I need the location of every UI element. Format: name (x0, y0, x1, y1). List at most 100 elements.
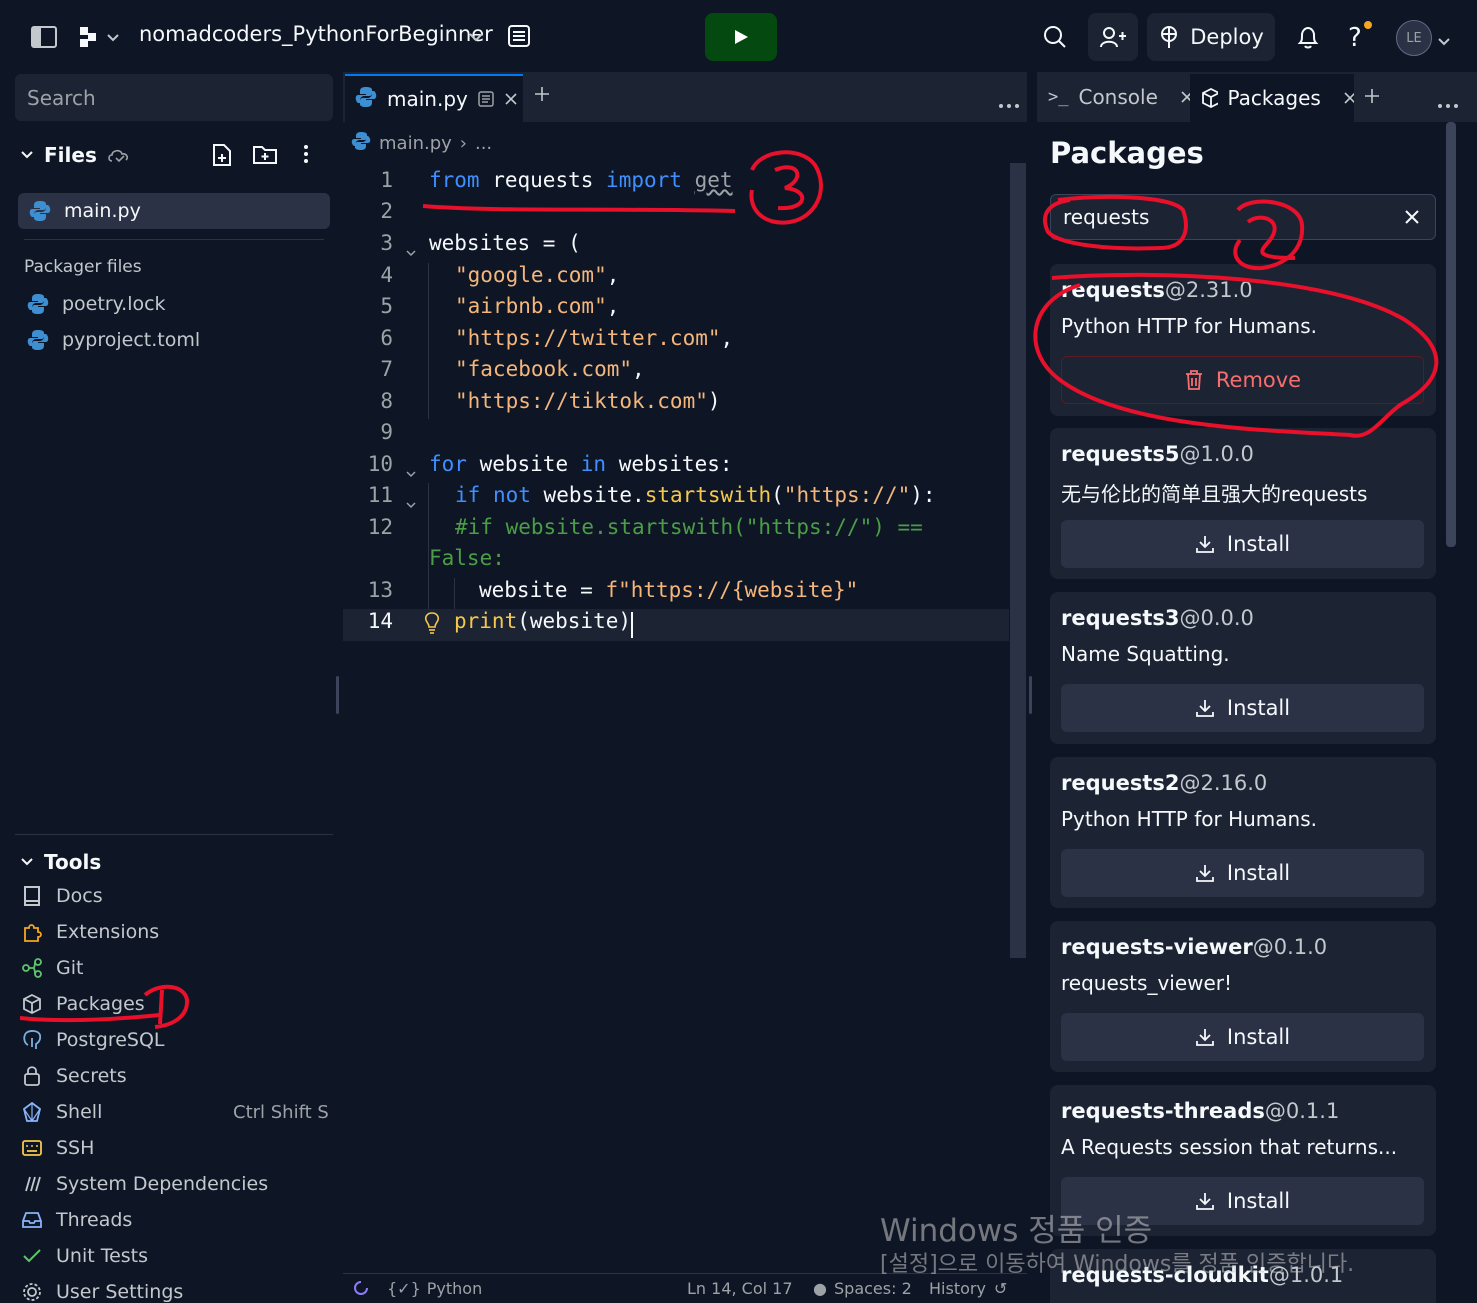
indent-guide (428, 483, 429, 609)
bell-icon[interactable] (1296, 24, 1320, 54)
install-button[interactable]: Install (1061, 849, 1424, 897)
fold-chevron-icon[interactable] (405, 496, 417, 515)
files-section-header[interactable]: Files (20, 143, 131, 167)
install-button[interactable]: Install (1061, 1013, 1424, 1061)
close-icon[interactable] (1343, 91, 1354, 105)
tools-header: Tools (44, 850, 102, 874)
tool-postgresql[interactable]: PostgreSQL (20, 1028, 165, 1052)
tab-console[interactable]: >_ Console (1040, 74, 1202, 120)
file-item-pyproject-toml[interactable]: pyproject.toml (26, 328, 200, 352)
string: "https://twitter.com" (455, 326, 721, 350)
tool-user-settings[interactable]: User Settings (20, 1280, 183, 1303)
code-line-7[interactable]: 7 "facebook.com", (343, 357, 1009, 388)
tab-packages[interactable]: Packages (1190, 74, 1354, 122)
line-number: 11 (367, 483, 393, 507)
code-line-14[interactable]: 14 print(website) (343, 609, 1009, 640)
close-icon[interactable] (504, 92, 518, 106)
history-label: History (929, 1279, 986, 1298)
run-button[interactable] (705, 13, 777, 61)
resize-handle[interactable] (1029, 676, 1032, 714)
new-file-icon[interactable] (211, 143, 233, 171)
fold-chevron-icon[interactable] (405, 244, 417, 263)
tool-threads[interactable]: Threads (20, 1208, 132, 1232)
sidebar-toggle-icon[interactable] (30, 24, 58, 50)
code-line-2[interactable]: 2 (343, 199, 1009, 230)
code-line-10[interactable]: 10 for website in websites: (343, 452, 1009, 483)
code-line-9[interactable]: 9 (343, 420, 1009, 451)
resize-handle[interactable] (336, 676, 339, 714)
more-options-icon[interactable] (998, 94, 1020, 113)
sidebar-search-input[interactable]: Search (15, 74, 333, 121)
package-card-requests5: requests5@1.0.0 无与伦比的简单且强大的requests Inst… (1050, 428, 1436, 579)
code-line-12-wrap[interactable]: False: (343, 546, 1009, 577)
package-card-requests2: requests2@2.16.0 Python HTTP for Humans.… (1050, 757, 1436, 908)
tools-section-header[interactable]: Tools (20, 850, 101, 874)
file-item-main-py[interactable]: main.py (18, 193, 330, 229)
project-name[interactable]: nomadcoders_PythonForBeginner (139, 22, 493, 46)
code-line-13[interactable]: 13 website = f"https://{website}" (343, 578, 1009, 609)
menu-list-icon[interactable] (507, 24, 531, 52)
add-tab-icon[interactable] (1364, 88, 1380, 108)
code-line-12[interactable]: 12 #if website.startswith("https://") == (343, 515, 1009, 546)
tool-extensions[interactable]: Extensions (20, 920, 159, 944)
code-line-8[interactable]: 8 "https://tiktok.com") (343, 389, 1009, 420)
invite-user-button[interactable] (1088, 13, 1138, 61)
dot-icon: ● (813, 1279, 827, 1298)
tool-system-dependencies[interactable]: System Dependencies (20, 1172, 268, 1196)
download-icon (1195, 536, 1214, 553)
button-label: Install (1226, 532, 1291, 556)
search-icon[interactable] (1043, 25, 1067, 53)
tool-shell[interactable]: Shell (20, 1100, 102, 1124)
line-number: 7 (380, 357, 393, 381)
new-folder-icon[interactable] (252, 143, 278, 169)
cursor-position[interactable]: Ln 14, Col 17 (687, 1279, 793, 1298)
code-line-1[interactable]: 1 from requests import get (343, 168, 1009, 199)
workspace-icon[interactable] (78, 24, 122, 50)
deploy-icon (1161, 26, 1178, 48)
tool-unit-tests[interactable]: Unit Tests (20, 1244, 148, 1268)
fold-chevron-icon[interactable] (405, 465, 417, 484)
package-card-requests3: requests3@0.0.0 Name Squatting. Install (1050, 592, 1436, 744)
tool-git[interactable]: Git (20, 956, 83, 980)
tool-packages[interactable]: Packages (20, 992, 145, 1016)
code-line-4[interactable]: 4 "google.com", (343, 263, 1009, 294)
add-tab-icon[interactable] (534, 86, 550, 106)
tool-ssh[interactable]: SSH (20, 1136, 94, 1160)
chevron-down-icon[interactable] (468, 28, 484, 47)
deploy-button[interactable]: Deploy (1147, 13, 1275, 61)
install-button[interactable]: Install (1061, 684, 1424, 732)
code-line-5[interactable]: 5 "airbnb.com", (343, 294, 1009, 325)
editor-scrollbar[interactable] (1010, 163, 1026, 958)
install-button[interactable]: Install (1061, 520, 1424, 568)
package-search-input[interactable]: requests (1050, 194, 1436, 240)
packages-scrollbar[interactable] (1446, 122, 1456, 547)
avatar[interactable]: LE (1396, 20, 1432, 56)
tool-secrets[interactable]: Secrets (20, 1064, 127, 1088)
package-description: Python HTTP for Humans. (1061, 314, 1317, 338)
package-version: @1.0.0 (1179, 442, 1254, 466)
code-text: websites = ( (429, 231, 581, 255)
more-options-icon[interactable] (1437, 94, 1459, 113)
more-options-icon[interactable] (302, 143, 310, 169)
file-item-poetry-lock[interactable]: poetry.lock (26, 292, 166, 316)
language-label: Python (426, 1279, 483, 1298)
tool-label: PostgreSQL (56, 1029, 165, 1051)
remove-button[interactable]: Remove (1061, 356, 1424, 404)
code-line-3[interactable]: 3 websites = ( (343, 231, 1009, 262)
tab-main-py[interactable]: main.py (345, 74, 523, 122)
breadcrumb[interactable]: main.py › ... (351, 131, 492, 156)
preview-icon[interactable] (478, 91, 494, 107)
gear-icon (20, 1280, 44, 1303)
python-icon (351, 131, 371, 156)
package-description: Name Squatting. (1061, 642, 1230, 666)
lightbulb-icon[interactable] (423, 611, 441, 640)
indentation-setting[interactable]: Spaces: 2 (834, 1279, 912, 1298)
code-line-6[interactable]: 6 "https://twitter.com", (343, 326, 1009, 357)
history-button[interactable]: History ↺ (929, 1279, 1007, 1298)
tool-docs[interactable]: Docs (20, 884, 103, 908)
language-indicator[interactable]: {✓} Python (387, 1279, 482, 1298)
clear-search-icon[interactable] (1404, 209, 1420, 229)
help-icon[interactable]: ? (1346, 20, 1372, 54)
code-line-11[interactable]: 11 if not website.startswith("https://")… (343, 483, 1009, 514)
avatar-menu-chevron-icon[interactable] (1437, 32, 1451, 51)
